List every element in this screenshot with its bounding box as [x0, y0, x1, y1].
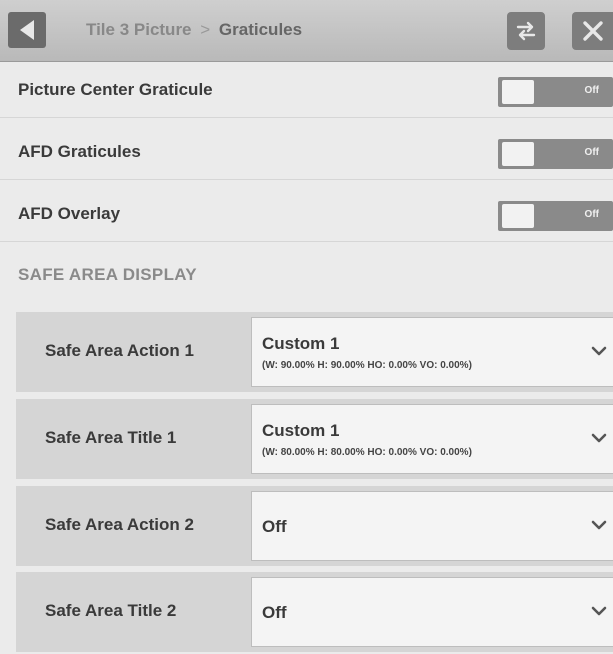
afd-graticules-label: AFD Graticules — [18, 142, 141, 161]
dropdown-value: Custom 1 — [262, 334, 340, 353]
afd-graticules-toggle[interactable]: Off — [498, 139, 613, 169]
afd-overlay-row: AFD Overlay Off — [0, 186, 613, 242]
safe-area-title-2-label: Safe Area Title 2 — [45, 601, 177, 620]
picture-center-graticule-label: Picture Center Graticule — [18, 80, 213, 99]
toggle-knob — [502, 80, 534, 104]
safe-area-title-1-dropdown[interactable]: Custom 1 (W: 80.00% H: 80.00% HO: 0.00% … — [251, 404, 613, 474]
back-button[interactable] — [8, 12, 46, 48]
header-bar: Tile 3 Picture > Graticules — [0, 0, 613, 62]
dropdown-value: Off — [262, 517, 287, 536]
picture-center-graticule-row: Picture Center Graticule Off — [0, 62, 613, 118]
chevron-down-icon — [591, 346, 607, 356]
afd-graticules-row: AFD Graticules Off — [0, 124, 613, 180]
toggle-knob — [502, 204, 534, 228]
safe-area-title-2-dropdown[interactable]: Off — [251, 577, 613, 647]
back-arrow-icon — [20, 20, 34, 40]
safe-area-action-2-label: Safe Area Action 2 — [45, 515, 194, 534]
dropdown-value: Custom 1 — [262, 421, 340, 440]
dropdown-value: Off — [262, 603, 287, 622]
safe-area-title-1-row: Safe Area Title 1 Custom 1 (W: 80.00% H:… — [16, 399, 613, 479]
toggle-state: Off — [584, 209, 599, 220]
swap-button[interactable] — [507, 12, 545, 50]
safe-area-section-title: SAFE AREA DISPLAY — [18, 265, 197, 284]
safe-area-action-1-label: Safe Area Action 1 — [45, 341, 194, 360]
toggle-state: Off — [584, 85, 599, 96]
afd-overlay-label: AFD Overlay — [18, 204, 121, 223]
swap-icon — [516, 21, 536, 41]
chevron-down-icon — [591, 520, 607, 530]
breadcrumb-parent[interactable]: Tile 3 Picture — [86, 20, 192, 39]
toggle-knob — [502, 142, 534, 166]
close-button[interactable] — [572, 12, 613, 50]
breadcrumb-current: Graticules — [218, 20, 303, 39]
close-icon — [582, 21, 603, 41]
afd-overlay-toggle[interactable]: Off — [498, 201, 613, 231]
breadcrumb-separator: > — [200, 20, 211, 39]
toggle-state: Off — [584, 147, 599, 158]
breadcrumb: Tile 3 Picture > Graticules — [86, 20, 302, 40]
safe-area-title-2-row: Safe Area Title 2 Off — [16, 572, 613, 652]
safe-area-action-2-dropdown[interactable]: Off — [251, 491, 613, 561]
picture-center-graticule-toggle[interactable]: Off — [498, 77, 613, 107]
dropdown-detail: (W: 90.00% H: 90.00% HO: 0.00% VO: 0.00%… — [262, 360, 472, 371]
safe-area-action-1-row: Safe Area Action 1 Custom 1 (W: 90.00% H… — [16, 312, 613, 392]
safe-area-action-1-dropdown[interactable]: Custom 1 (W: 90.00% H: 90.00% HO: 0.00% … — [251, 317, 613, 387]
safe-area-title-1-label: Safe Area Title 1 — [45, 428, 177, 447]
chevron-down-icon — [591, 433, 607, 443]
safe-area-action-2-row: Safe Area Action 2 Off — [16, 486, 613, 566]
chevron-down-icon — [591, 606, 607, 616]
dropdown-detail: (W: 80.00% H: 80.00% HO: 0.00% VO: 0.00%… — [262, 447, 472, 458]
